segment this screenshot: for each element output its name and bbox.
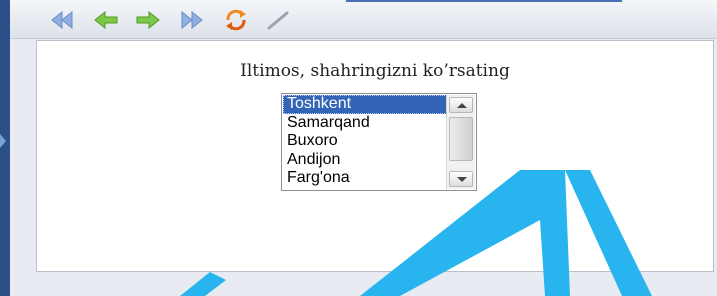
arrow-left-icon — [94, 10, 118, 30]
list-item[interactable]: Andijon — [283, 151, 449, 170]
listbox-scrollbar[interactable] — [446, 95, 475, 189]
scroll-down-button[interactable] — [449, 171, 473, 187]
toolbar — [10, 0, 717, 39]
refresh-icon — [226, 9, 246, 31]
expand-arrow-icon[interactable] — [0, 134, 6, 148]
refresh-button[interactable] — [222, 8, 250, 32]
chevron-down-icon — [457, 177, 467, 182]
city-prompt-label: Iltimos, shahringizni ko’rsating — [240, 61, 510, 81]
list-item[interactable]: Buxoro — [283, 132, 449, 151]
first-button[interactable] — [48, 8, 76, 32]
scroll-thumb[interactable] — [449, 117, 473, 161]
forward-button[interactable] — [134, 8, 162, 32]
listbox-items: Toshkent Samarqand Buxoro Andijon Farg'o… — [283, 95, 449, 188]
app-window: Iltimos, shahringizni ko’rsating Toshken… — [10, 0, 717, 296]
list-item[interactable]: Toshkent — [283, 95, 449, 114]
content-panel: Iltimos, shahringizni ko’rsating Toshken… — [36, 40, 714, 272]
toolbar-accent-line — [346, 0, 622, 2]
rewind-icon — [51, 10, 73, 30]
arrow-right-icon — [136, 10, 160, 30]
scroll-up-button[interactable] — [449, 97, 473, 113]
pencil-icon — [267, 11, 289, 30]
last-button[interactable] — [178, 8, 206, 32]
chevron-up-icon — [457, 103, 467, 108]
window-left-edge — [0, 0, 10, 296]
back-button[interactable] — [92, 8, 120, 32]
list-item[interactable]: Farg'ona — [283, 169, 449, 188]
fast-forward-icon — [181, 10, 203, 30]
city-listbox[interactable]: Toshkent Samarqand Buxoro Andijon Farg'o… — [281, 93, 477, 191]
list-item[interactable]: Samarqand — [283, 114, 449, 133]
edit-button[interactable] — [264, 8, 292, 32]
